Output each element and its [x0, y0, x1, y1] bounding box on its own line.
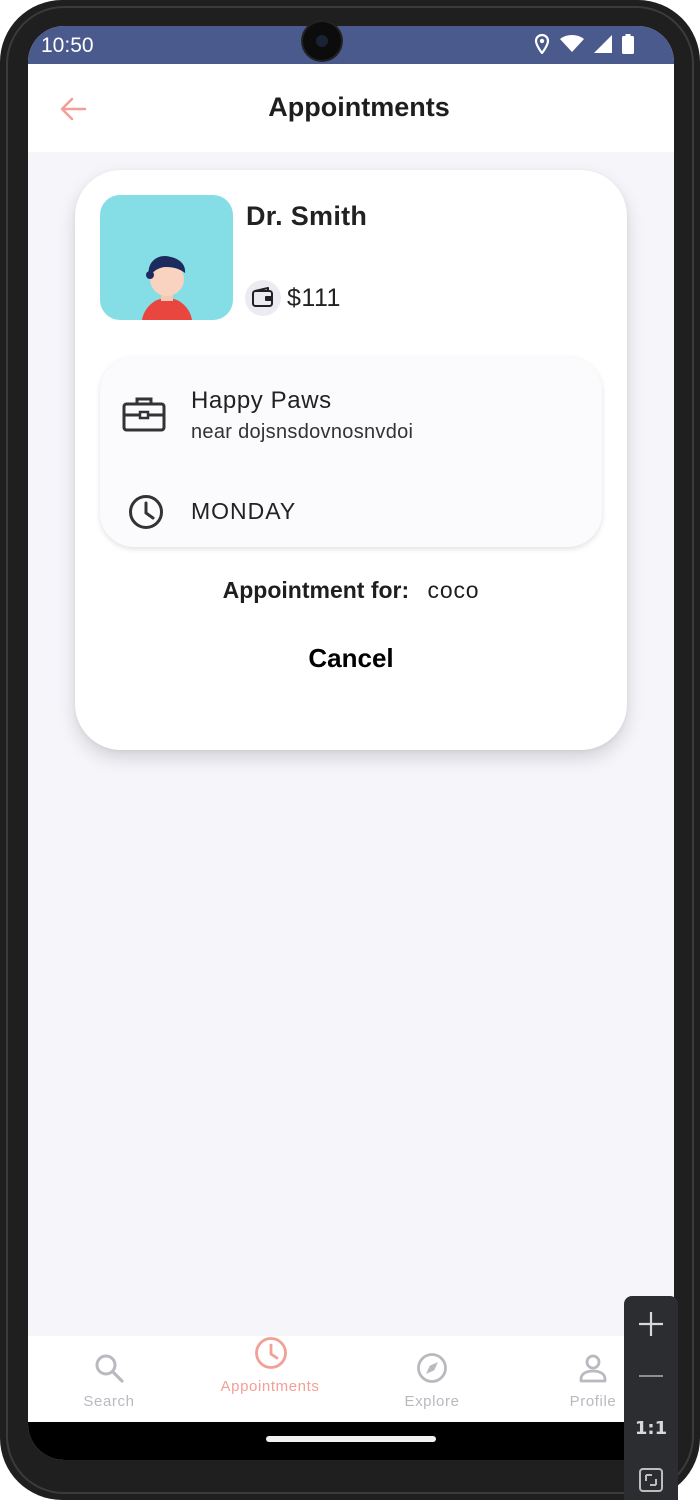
fit-screen-icon	[639, 1468, 663, 1492]
nav-item-explore[interactable]: Explore	[351, 1336, 513, 1422]
doctor-avatar	[100, 195, 233, 320]
status-time: 10:50	[41, 34, 94, 57]
wallet-badge	[245, 280, 281, 316]
location-icon	[534, 34, 550, 54]
minus-icon	[639, 1375, 663, 1377]
gesture-navigation-bar	[28, 1422, 674, 1460]
compass-icon	[417, 1353, 447, 1383]
appointment-card: Dr. Smith $111 Happy Paws near dojsnsdov…	[75, 170, 627, 750]
emulator-zoom-controls: 1:1	[624, 1296, 678, 1500]
nav-label-appointments: Appointments	[220, 1378, 320, 1395]
zoom-out-button[interactable]	[624, 1352, 678, 1400]
nav-item-appointments[interactable]: Appointments	[189, 1336, 351, 1422]
status-bar: 10:50	[28, 26, 674, 64]
clock-icon	[129, 495, 163, 529]
home-indicator[interactable]	[266, 1436, 436, 1442]
phone-screen: 10:50 Appointments Dr. Smith $111 Happy …	[28, 26, 674, 1460]
clock-icon	[255, 1337, 287, 1369]
device-frame: 10:50 Appointments Dr. Smith $111 Happy …	[0, 0, 700, 1500]
wallet-icon	[252, 287, 273, 307]
status-icons	[534, 34, 634, 54]
zoom-reset-button[interactable]: 1:1	[624, 1404, 678, 1452]
nav-item-search[interactable]: Search	[28, 1336, 190, 1422]
cancel-button[interactable]: Cancel	[251, 636, 451, 680]
wifi-icon	[560, 35, 584, 52]
search-icon	[95, 1354, 124, 1383]
zoom-in-button[interactable]	[624, 1300, 678, 1348]
zoom-reset-label: 1:1	[634, 1417, 668, 1439]
appointment-pet-name: coco	[427, 577, 480, 603]
nav-label-search: Search	[83, 1393, 135, 1410]
briefcase-icon	[122, 397, 166, 432]
front-camera	[303, 22, 341, 60]
clinic-name: Happy Paws	[191, 387, 332, 414]
appointment-day: MONDAY	[191, 498, 297, 524]
appointment-for-row: Appointment for: coco	[75, 577, 627, 604]
appointment-fee: $111	[287, 283, 341, 312]
fee-row: $111	[245, 280, 341, 316]
appointment-for-label: Appointment for:	[222, 577, 410, 603]
battery-icon	[622, 34, 634, 54]
doctor-avatar-illustration	[142, 255, 192, 320]
cellular-signal-icon	[594, 35, 612, 53]
app-bar: Appointments	[28, 64, 674, 152]
person-icon	[579, 1354, 607, 1383]
bottom-navigation: Search Appointments Explore Profile	[28, 1336, 674, 1422]
clinic-info-box: Happy Paws near dojsnsdovnosnvdoi MONDAY	[100, 357, 602, 547]
clinic-address: near dojsnsdovnosnvdoi	[191, 421, 414, 443]
plus-icon	[639, 1312, 663, 1336]
nav-label-explore: Explore	[404, 1393, 460, 1410]
page-title: Appointments	[268, 92, 450, 122]
doctor-name: Dr. Smith	[246, 201, 368, 231]
fit-screen-button[interactable]	[624, 1456, 678, 1504]
